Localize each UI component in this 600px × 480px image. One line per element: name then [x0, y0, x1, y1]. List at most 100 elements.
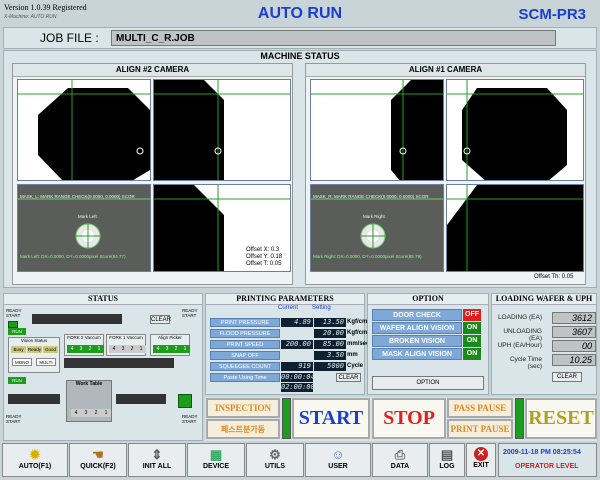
user-button[interactable]: ☺ USER: [305, 443, 371, 477]
pp-label: SNAP OFF: [210, 351, 280, 360]
cam1-offset-t: Offset Th: 0.05: [534, 274, 574, 280]
option-title: OPTION: [368, 294, 488, 305]
status-conveyor-bar: [32, 314, 122, 324]
table-cell-2: 2: [91, 409, 101, 417]
option-state[interactable]: ON: [463, 348, 481, 360]
uph-label: UPH (EA/Hour): [497, 342, 542, 349]
stop-button[interactable]: STOP: [372, 398, 446, 439]
pp-current: 4.89: [281, 318, 313, 327]
pp-setting[interactable]: 5000: [314, 362, 346, 371]
cam1-offset-y: Offset Y: 0.1: [534, 267, 567, 273]
print-pause-button[interactable]: PRINT PAUSE: [447, 419, 513, 439]
cam2-mark-range-text: MASK_L: MARK RANGE CHECK(0.0000, 0.0000)…: [20, 194, 135, 199]
quick-button[interactable]: ☚ QUICK(F2): [69, 443, 127, 477]
cam1-mark-label: Mark Right: [363, 214, 385, 219]
reset-button[interactable]: RESET: [525, 398, 597, 439]
data-button[interactable]: ⎙ DATA: [372, 443, 428, 477]
pp-clear-button[interactable]: CLEAR: [336, 373, 361, 382]
status-right-conveyor: [116, 394, 166, 404]
option-state[interactable]: ON: [463, 322, 481, 334]
fork1-label: FORK 1 Vaccum: [109, 335, 143, 340]
status-title: STATUS: [4, 294, 202, 305]
fork1-cell-1: 1: [136, 345, 146, 353]
align2-camera-panel: ALIGN #2 CAMERA MASK_L: MARK RANGE CHECK…: [12, 63, 293, 285]
pp-label: PRINT PRESSURE: [210, 318, 280, 327]
cam2-offset-y: Offset Y: 0.18: [246, 254, 283, 260]
job-file-label: JOB FILE :: [40, 31, 99, 45]
cycle-time-row: Cycle Time (sec) 10.25: [496, 354, 600, 370]
ready-start-2: READY START: [182, 308, 198, 318]
loading-clear-button[interactable]: CLEAR: [552, 372, 582, 382]
auto-button[interactable]: ✹ AUTO(F1): [2, 443, 68, 477]
cam2-offsets: Offset X: 0.3 Offset Y: 0.18 Offset T: 0…: [246, 247, 282, 268]
operator-level-text: OPERATOR LEVEL: [515, 463, 579, 470]
cam1-view-bottom-left: MASK_R: MARK RANGE CHECK(0.0000, 0.0000)…: [310, 184, 444, 272]
option-panel: OPTION DOOR CHECK OFF WAFER ALIGN VISION…: [367, 293, 489, 395]
cam2-view-bottom-left: MASK_L: MARK RANGE CHECK(0.0000, 0.0000)…: [17, 184, 151, 272]
init-icon: ⇕: [151, 447, 163, 462]
vision-ready: Ready: [27, 346, 42, 353]
device-button[interactable]: ▦ DEVICE: [187, 443, 245, 477]
pp-setting[interactable]: 3.50: [314, 351, 346, 360]
device-label: DEVICE: [202, 463, 230, 470]
init-all-button[interactable]: ⇕ INIT ALL: [128, 443, 186, 477]
data-label: DATA: [390, 463, 410, 470]
paste-dispense-button[interactable]: 페스트분가동: [206, 419, 280, 439]
loading-title: LOADING WAFER & UPH: [492, 294, 596, 305]
mode-title: AUTO RUN: [257, 5, 343, 22]
option-state[interactable]: ON: [463, 335, 481, 347]
utils-label: UTILS: [264, 463, 286, 470]
option-state[interactable]: OFF: [463, 309, 481, 321]
printing-parameters-title: PRINTING PARAMETERS: [206, 294, 364, 305]
vision-busy: Busy: [11, 346, 26, 353]
log-label: LOG: [439, 463, 455, 470]
pp-setting[interactable]: 20.00: [314, 329, 346, 338]
inspection-button[interactable]: INSPECTION: [206, 398, 280, 418]
pp-setting[interactable]: 85.00: [314, 340, 346, 349]
cam2-mark-label: Mark Left: [78, 214, 97, 219]
datetime-text: 2009-11-18 PM 08:25:54: [503, 449, 581, 456]
cycle-time-value: 10.25: [552, 354, 596, 366]
cam2-offset-x: Offset X: 0.3: [246, 247, 280, 253]
start-indicator: [282, 398, 291, 439]
vision-status-box: Vision Status Busy Ready Good MONO MULTI: [8, 337, 60, 373]
exit-button[interactable]: ✕ EXIT: [466, 443, 496, 477]
ready-start-4: READY START: [182, 414, 198, 424]
cam2-view-top-right: [153, 79, 291, 181]
uph-row: UPH (EA/Hour) 00: [496, 340, 600, 352]
pp-current: 00:00:04: [281, 373, 315, 382]
data-icon: ⎙: [394, 447, 406, 462]
cam1-view-top-left: [310, 79, 444, 181]
utils-button[interactable]: ⚙ UTILS: [246, 443, 304, 477]
pp-label: PRINT SPEED: [210, 340, 280, 349]
option-button[interactable]: OPTION: [372, 376, 484, 390]
table-cell-4: 4: [71, 409, 81, 417]
exit-icon: ✕: [474, 447, 488, 461]
start-button[interactable]: START: [292, 398, 370, 439]
work-table-label: Work Table: [75, 381, 103, 387]
hand-icon: ☚: [92, 447, 104, 462]
log-button[interactable]: ▤ LOG: [429, 443, 465, 477]
device-icon: ▦: [209, 447, 223, 462]
pp-current: 919: [281, 362, 313, 371]
exit-label: EXIT: [473, 462, 489, 469]
col-current-header: Current: [278, 305, 299, 311]
align2-camera-title: ALIGN #2 CAMERA: [13, 64, 292, 77]
align-picker-label: Align Picker: [158, 335, 182, 340]
job-file-value[interactable]: MULTI_C_R.JOB: [111, 30, 556, 46]
pp-current: 200.00: [281, 340, 313, 349]
vision-mono: MONO: [12, 358, 32, 366]
pp-label: FLOOD PRESSURE: [210, 329, 280, 338]
status-clear-button[interactable]: CLEAR: [150, 315, 171, 324]
loading-panel: LOADING WAFER & UPH LOADING (EA) 3612 UN…: [491, 293, 597, 395]
cam2-view-bottom-right: Offset X: 0.3 Offset Y: 0.18 Offset T: 0…: [153, 184, 291, 272]
pass-pause-button[interactable]: PASS PAUSE: [447, 398, 513, 418]
vision-status-label: Vision Status: [20, 338, 48, 343]
cam2-view-top-left: [17, 79, 151, 181]
unloading-value: 3607: [552, 326, 596, 338]
pp-setting[interactable]: 13.50: [314, 318, 346, 327]
table-cell-1: 1: [101, 409, 111, 417]
cam2-offset-t: Offset T: 0.05: [246, 261, 282, 267]
printing-parameters-panel: PRINTING PARAMETERS Current Setting PRIN…: [205, 293, 371, 395]
fork2-box: FORK 2 Vaccum 4 3 2 1: [64, 334, 104, 356]
